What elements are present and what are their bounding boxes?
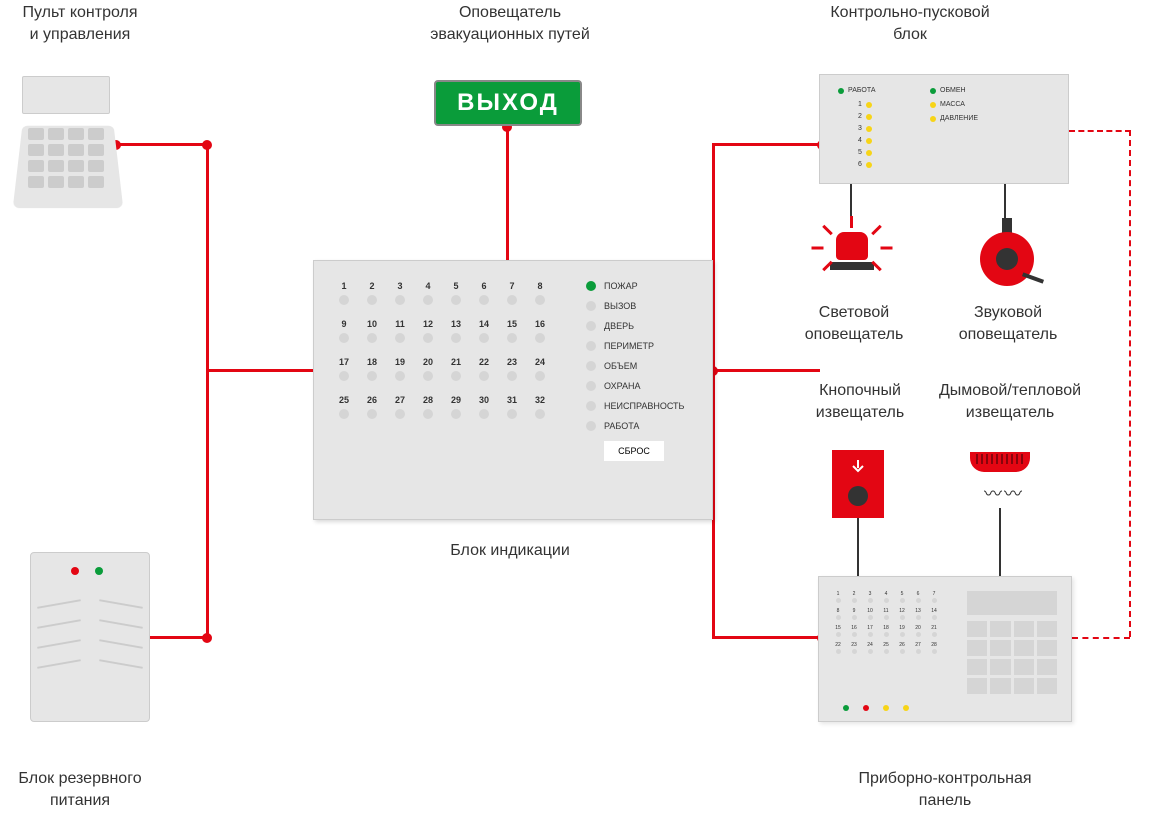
wire	[150, 636, 207, 639]
exit-sign: ВЫХОД	[434, 80, 582, 126]
label-panel: Приборно-контрольная панель	[820, 768, 1070, 813]
label-console: Пульт контроля и управления	[0, 2, 160, 47]
label-button-det: Кнопочный извещатель	[800, 380, 920, 425]
ctrl-led-label: ДАВЛЕНИЕ	[940, 115, 978, 122]
sound-notifier-icon	[972, 218, 1042, 288]
ctrl-num: 3	[858, 125, 862, 132]
ctrl-num: 1	[858, 101, 862, 108]
ctrl-num: 4	[858, 137, 862, 144]
label-smoke-det: Дымовой/тепловой извещатель	[930, 380, 1090, 425]
wire-dashed	[1129, 130, 1131, 637]
smoke-detector-icon: 〰 〰	[970, 452, 1030, 512]
wire	[206, 143, 209, 638]
ctrl-num: 5	[858, 149, 862, 156]
control-panel-device: 1234567891011121314151617181920212223242…	[818, 576, 1072, 722]
wire	[116, 143, 208, 146]
wire-black	[1004, 184, 1006, 220]
node	[202, 633, 212, 643]
control-launch-block-device: РАБОТА 1 2 3 4 5 6 ОБМЕН МАССА ДАВЛЕНИЕ	[819, 74, 1069, 184]
button-detector-icon	[832, 450, 884, 518]
ctrl-led-label: МАССА	[940, 101, 965, 108]
wire	[506, 126, 509, 262]
wire-black	[857, 518, 859, 576]
label-ind-block: Блок индикации	[420, 540, 600, 562]
wire-dashed	[1072, 637, 1130, 639]
label-backup: Блок резервного питания	[0, 768, 170, 813]
label-ctrl-block: Контрольно-пусковой блок	[800, 2, 1020, 47]
ctrl-led-label: ОБМЕН	[940, 87, 966, 94]
control-console-device	[18, 76, 118, 216]
wire-dashed	[1069, 130, 1131, 132]
label-light: Световой оповещатель	[794, 302, 914, 347]
label-sound: Звуковой оповещатель	[948, 302, 1068, 347]
ctrl-num: 6	[858, 161, 862, 168]
indication-block-device: 1234567891011121314151617181920212223242…	[313, 260, 713, 520]
label-evac: Оповещатель эвакуационных путей	[400, 2, 620, 47]
wire-black	[999, 508, 1001, 576]
wire	[712, 636, 820, 639]
wire	[712, 143, 822, 146]
backup-power-device	[30, 552, 150, 722]
ctrl-led-label: РАБОТА	[848, 87, 876, 94]
node	[202, 140, 212, 150]
wire	[712, 369, 820, 372]
light-notifier-icon	[822, 222, 882, 292]
ctrl-num: 2	[858, 113, 862, 120]
wire	[206, 369, 315, 372]
